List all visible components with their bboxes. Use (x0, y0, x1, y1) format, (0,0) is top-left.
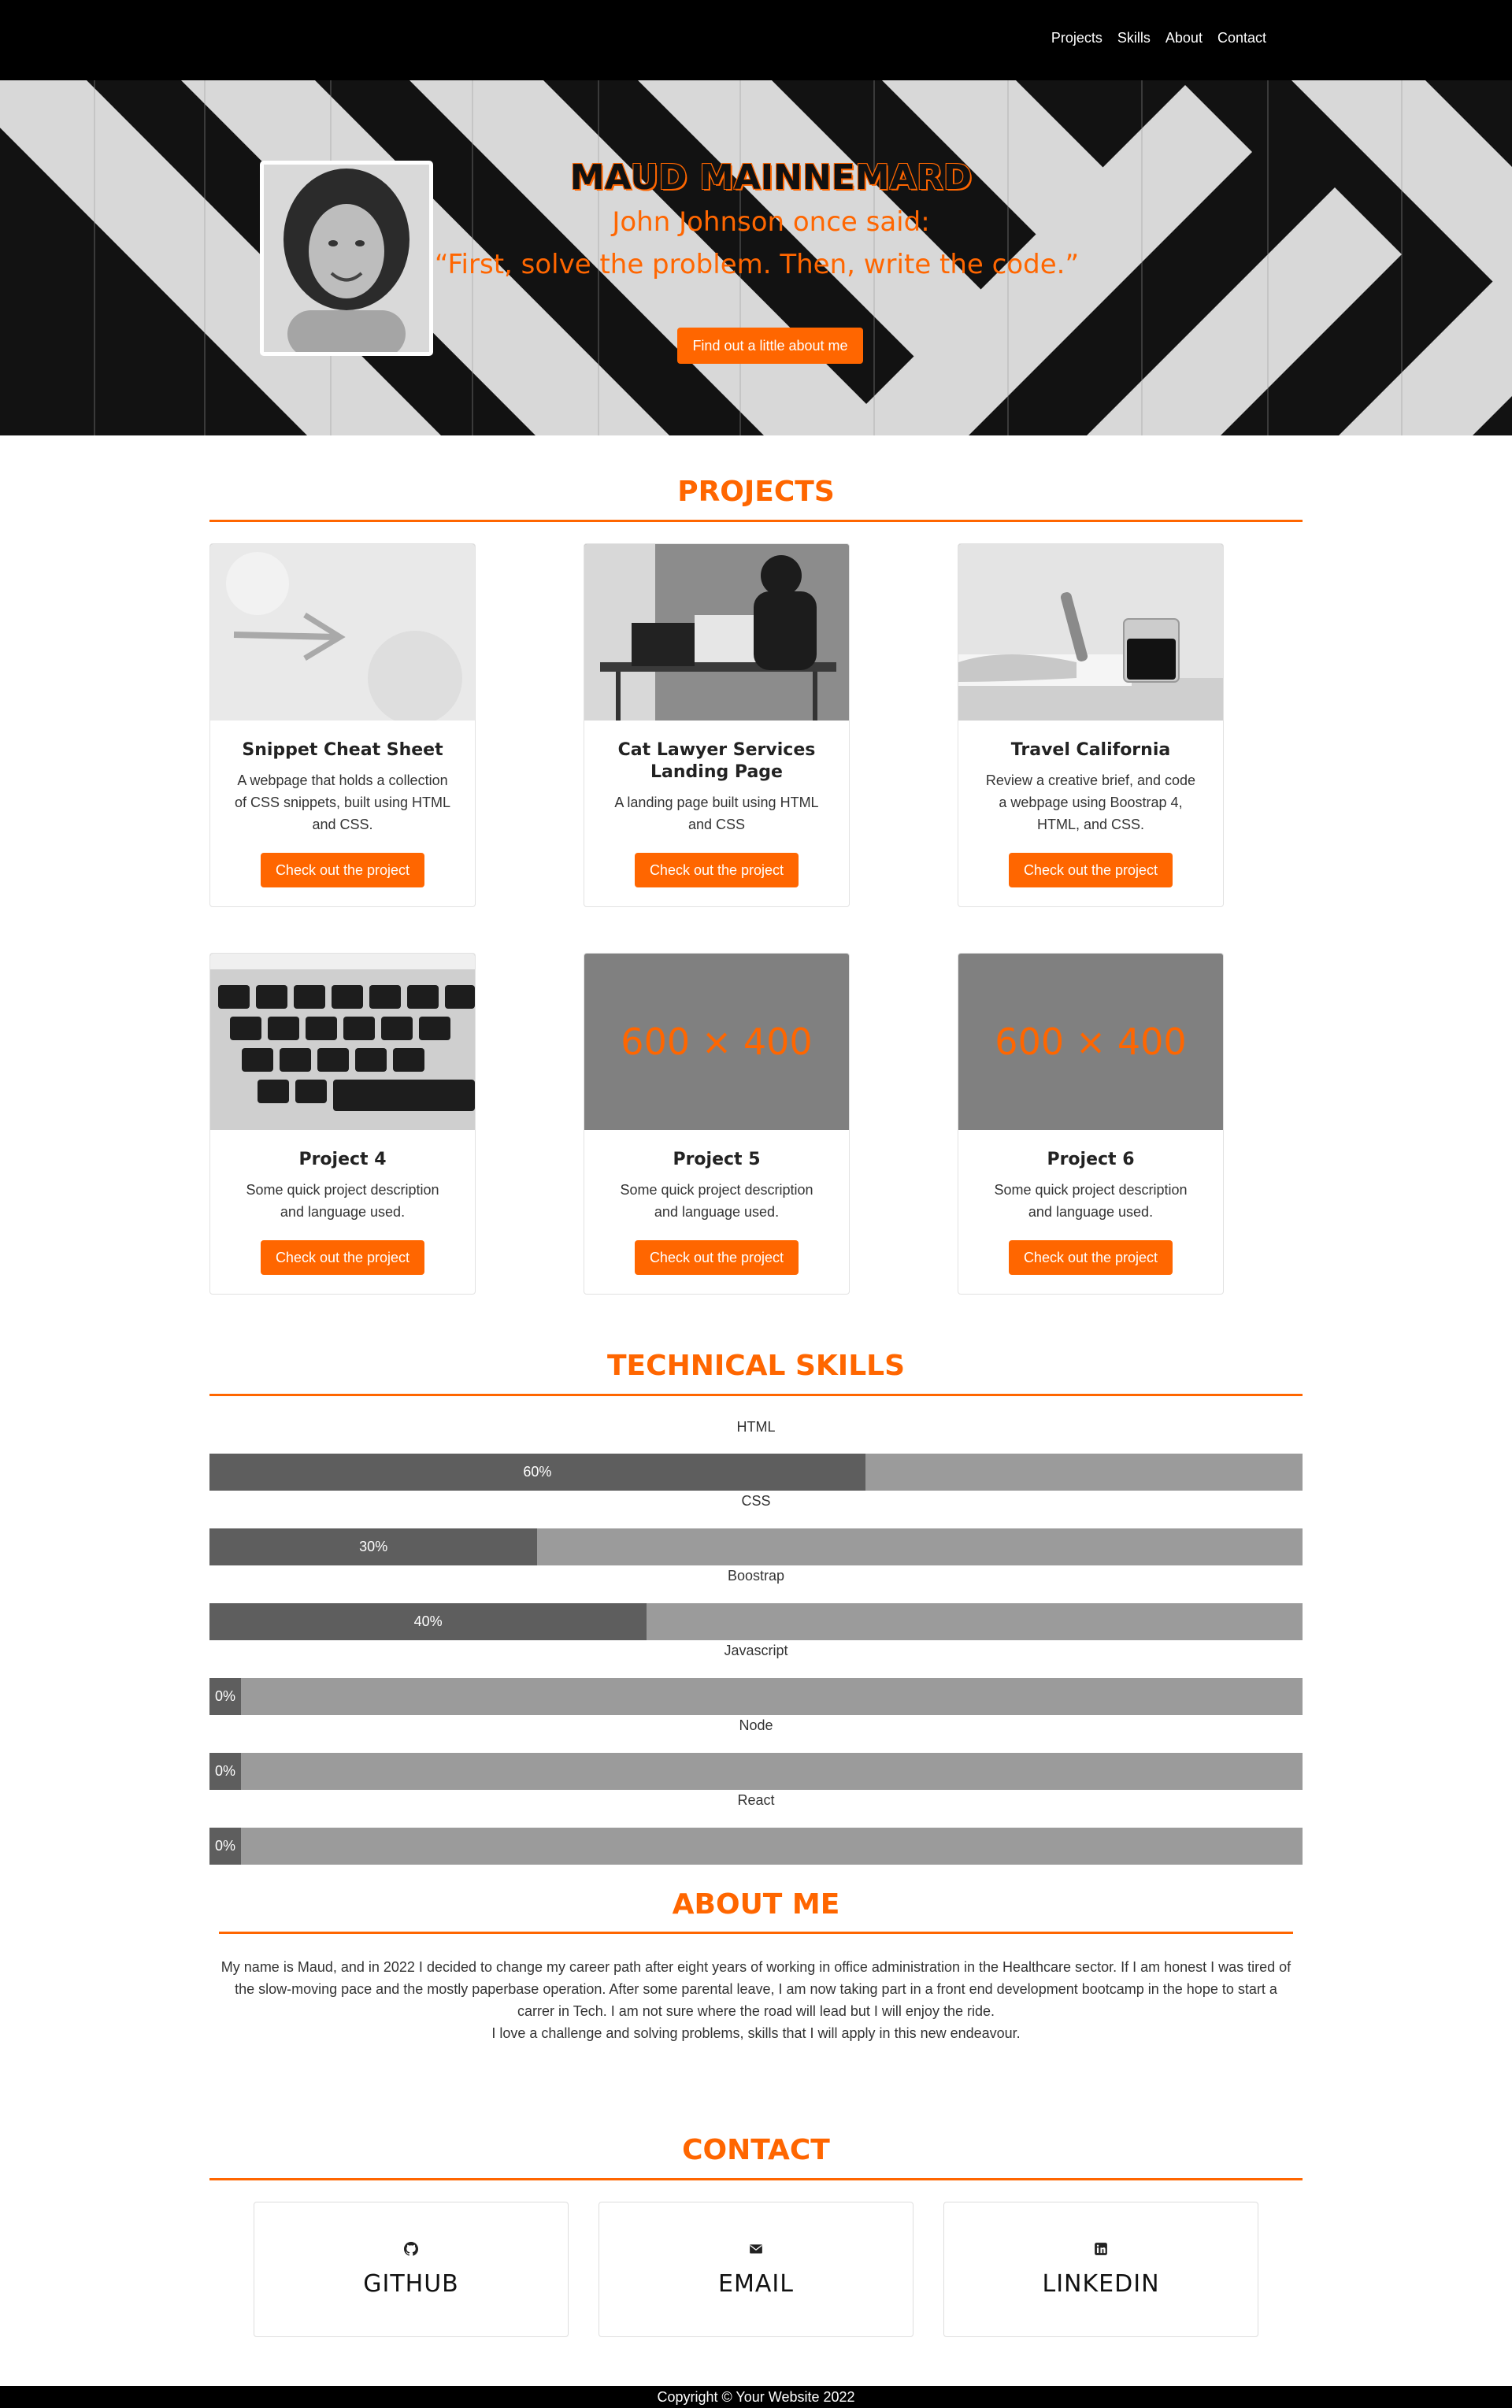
skill-label-bootstrap: Boostrap (727, 1568, 785, 1584)
project-title: Travel California (1010, 740, 1171, 760)
project-card: Project 4 Some quick project description… (209, 953, 476, 1295)
project-description: Some quick project description and langu… (994, 1182, 1188, 1220)
project-card: 600 × 400 Project 5 Some quick project d… (584, 953, 850, 1295)
project-title: Cat Lawyer Services Landing Page (617, 740, 816, 782)
skill-label-javascript: Javascript (724, 1643, 788, 1658)
contact-divider (209, 2178, 1303, 2180)
project-description: Review a creative brief, and code a webp… (985, 772, 1196, 832)
project-description: A webpage that holds a collection of CSS… (234, 772, 451, 832)
projects-divider (209, 520, 1303, 522)
nav-links: Projects Skills About Contact (1051, 30, 1266, 46)
projects-heading: PROJECTS (677, 476, 835, 508)
skill-bar-node: 0% (209, 1753, 1303, 1790)
contact-label: EMAIL (718, 2270, 794, 2298)
contact-label: GITHUB (363, 2270, 459, 2298)
placeholder-label: 600 × 400 (995, 1021, 1187, 1063)
nav-link-projects[interactable]: Projects (1051, 30, 1102, 46)
skill-label-css: CSS (741, 1493, 771, 1509)
project-image-office (584, 544, 849, 721)
skill-label-react: React (737, 1792, 775, 1808)
project-description: Some quick project description and langu… (620, 1182, 813, 1220)
project-title: Project 4 (298, 1150, 387, 1169)
hero-quote: “First, solve the problem. Then, write t… (434, 249, 1080, 280)
hero-section: MAUD MAINNEMARD John Johnson once said: … (0, 80, 1512, 435)
skills-divider (209, 1394, 1303, 1396)
skills-heading: TECHNICAL SKILLS (607, 1350, 905, 1382)
contact-heading: CONTACT (682, 2134, 830, 2166)
project-card: 600 × 400 Project 6 Some quick project d… (958, 953, 1224, 1295)
project-button[interactable]: Check out the project (1009, 853, 1173, 887)
project-image-coffee (958, 544, 1223, 721)
project-title: Snippet Cheat Sheet (242, 740, 443, 760)
project-image-keyboard (210, 954, 475, 1130)
skill-bar-bootstrap: 40% (209, 1603, 1303, 1640)
project-title: Project 6 (1047, 1150, 1135, 1169)
skill-bar-html: 60% (209, 1454, 1303, 1491)
about-divider (219, 1932, 1293, 1934)
skill-bar-javascript: 0% (209, 1678, 1303, 1715)
about-heading: ABOUT ME (672, 1888, 840, 1921)
skill-bar-fill: 0% (209, 1828, 241, 1865)
nav-link-skills[interactable]: Skills (1117, 30, 1151, 46)
skill-bar-fill: 40% (209, 1603, 647, 1640)
about-me-button[interactable]: Find out a little about me (677, 328, 863, 364)
hero-attribution: John Johnson once said: (612, 206, 930, 238)
skill-bar-fill: 0% (209, 1678, 241, 1715)
about-paragraph: My name is Maud, and in 2022 I decided t… (220, 1959, 1292, 2019)
project-description: A landing page built using HTML and CSS (614, 795, 819, 832)
project-image-placeholder: 600 × 400 (958, 954, 1223, 1130)
skill-label-node: Node (739, 1717, 773, 1733)
about-text: My name is Maud, and in 2022 I decided t… (220, 1956, 1292, 2044)
hero-name: MAUD MAINNEMARD (569, 157, 973, 198)
skill-bar-fill: 60% (209, 1454, 865, 1491)
contact-card-email[interactable]: EMAIL (598, 2202, 914, 2337)
project-button[interactable]: Check out the project (261, 853, 424, 887)
project-card: Snippet Cheat Sheet A webpage that holds… (209, 543, 476, 907)
project-card: Cat Lawyer Services Landing Page A landi… (584, 543, 850, 907)
project-image-placeholder: 600 × 400 (584, 954, 849, 1130)
project-button[interactable]: Check out the project (261, 1240, 424, 1275)
contact-label: LINKEDIN (1042, 2270, 1160, 2298)
github-icon (254, 2242, 568, 2260)
project-button[interactable]: Check out the project (1009, 1240, 1173, 1275)
project-button[interactable]: Check out the project (635, 853, 799, 887)
project-button[interactable]: Check out the project (635, 1240, 799, 1275)
contact-card-github[interactable]: GITHUB (254, 2202, 569, 2337)
skill-bar-fill: 0% (209, 1753, 241, 1790)
placeholder-label: 600 × 400 (621, 1021, 813, 1063)
skill-bar-css: 30% (209, 1528, 1303, 1565)
project-title: Project 5 (673, 1150, 761, 1169)
contact-card-linkedin[interactable]: LINKEDIN (943, 2202, 1258, 2337)
project-description: Some quick project description and langu… (246, 1182, 439, 1220)
nav-link-contact[interactable]: Contact (1217, 30, 1266, 46)
nav-link-about[interactable]: About (1166, 30, 1203, 46)
skill-label-html: HTML (736, 1419, 776, 1435)
envelope-icon (599, 2242, 913, 2260)
linkedin-icon (944, 2242, 1258, 2260)
project-image-arrow (210, 544, 475, 721)
about-paragraph: I love a challenge and solving problems,… (491, 2025, 1021, 2041)
project-card: Travel California Review a creative brie… (958, 543, 1224, 907)
navbar: Projects Skills About Contact (0, 0, 1512, 80)
skill-bar-fill: 30% (209, 1528, 538, 1565)
footer: Copyright © Your Website 2022 (0, 2386, 1512, 2408)
skill-bar-react: 0% (209, 1828, 1303, 1865)
